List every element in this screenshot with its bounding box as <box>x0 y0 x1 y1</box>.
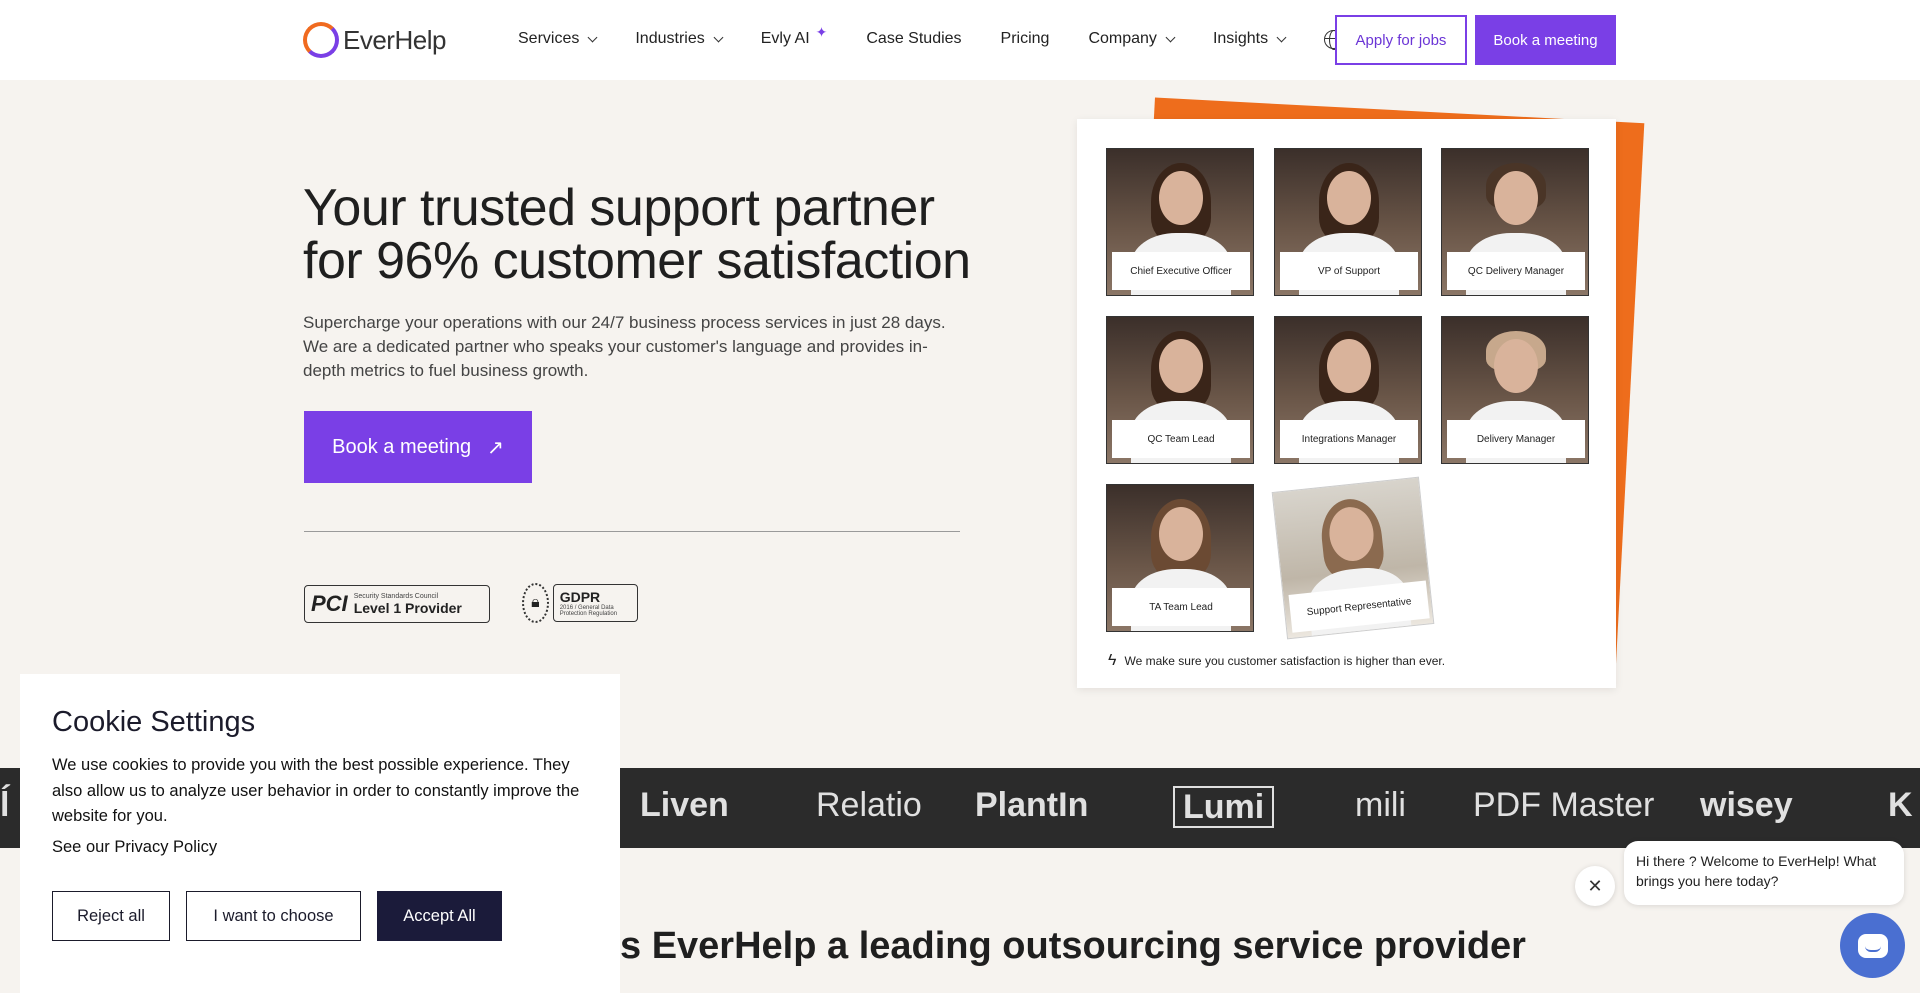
member-role: QC Delivery Manager <box>1447 252 1585 290</box>
brand-logo: PDF Master <box>1473 786 1655 824</box>
hero-divider <box>304 531 960 532</box>
chevron-down-icon <box>1276 32 1287 42</box>
lock-icon: 🔒︎ <box>522 583 549 623</box>
chevron-down-icon <box>587 32 598 42</box>
nav-item-company[interactable]: Company <box>1088 30 1176 48</box>
nav-item-industries[interactable]: Industries <box>635 30 724 48</box>
book-meeting-nav-button[interactable]: Book a meeting <box>1475 15 1616 65</box>
brand-logo: PlantIn <box>975 786 1089 824</box>
privacy-policy-link[interactable]: See our Privacy Policy <box>52 838 217 857</box>
brand-logo: wisey <box>1700 786 1793 824</box>
brand-logo-partial: K <box>1888 786 1913 824</box>
arrow-up-right-icon: ↗ <box>487 436 504 459</box>
apply-for-jobs-button[interactable]: Apply for jobs <box>1335 15 1467 65</box>
member-role: Delivery Manager <box>1447 420 1585 458</box>
member-role: Chief Executive Officer <box>1112 252 1250 290</box>
chevron-down-icon <box>713 32 724 42</box>
team-member: QC Delivery Manager <box>1441 148 1589 296</box>
top-nav: EverHelp Services Industries Evly AI ✦ C… <box>0 0 1920 80</box>
brand-logo: mili <box>1355 786 1406 824</box>
book-meeting-hero-button[interactable]: Book a meeting ↗ <box>304 411 532 483</box>
nav-menu: Services Industries Evly AI ✦ Case Studi… <box>518 0 1355 78</box>
team-member: Chief Executive Officer <box>1106 148 1254 296</box>
chevron-down-icon <box>1165 32 1176 42</box>
nav-item-insights[interactable]: Insights <box>1213 30 1287 48</box>
team-member: Delivery Manager <box>1441 316 1589 464</box>
member-role: VP of Support <box>1280 252 1418 290</box>
cookie-text: We use cookies to provide you with the b… <box>52 756 580 825</box>
team-card-footer: ϟ We make sure you customer satisfaction… <box>1108 652 1446 669</box>
chat-launcher-button[interactable] <box>1840 913 1905 978</box>
logo-mark-icon <box>303 22 339 58</box>
team-member: Support Representative <box>1271 476 1435 640</box>
team-member: Integrations Manager <box>1274 316 1422 464</box>
member-role: Integrations Manager <box>1280 420 1418 458</box>
gdpr-badge: 🔒︎ GDPR 2016 / General Data Protection R… <box>522 582 638 624</box>
brand-logo: Liven <box>640 786 729 824</box>
member-role: TA Team Lead <box>1112 588 1250 626</box>
brand-logo: Lumi <box>1173 786 1275 828</box>
hero-title: Your trusted support partner for 96% cus… <box>303 179 971 290</box>
team-member: VP of Support <box>1274 148 1422 296</box>
section-heading: s EverHelp a leading outsourcing service… <box>620 925 1526 967</box>
cookie-banner: Cookie Settings We use cookies to provid… <box>20 674 620 993</box>
brand-logo-partial: ĺ <box>0 786 10 824</box>
nav-item-pricing[interactable]: Pricing <box>1001 30 1050 48</box>
accept-all-button[interactable]: Accept All <box>377 891 502 941</box>
pci-logo: PCI <box>311 591 348 616</box>
team-member: TA Team Lead <box>1106 484 1254 632</box>
chat-close-icon[interactable]: ✕ <box>1575 866 1615 906</box>
cookie-title: Cookie Settings <box>52 706 256 738</box>
chat-icon <box>1857 933 1888 958</box>
hero-description: Supercharge your operations with our 24/… <box>303 313 946 380</box>
chat-greeting[interactable]: Hi there ? Welcome to EverHelp! What bri… <box>1624 841 1904 905</box>
reject-all-button[interactable]: Reject all <box>52 891 170 941</box>
sparkle-icon: ✦ <box>815 23 828 40</box>
brand-logo: Relatio <box>816 786 922 824</box>
member-role: QC Team Lead <box>1112 420 1250 458</box>
logo-text: EverHelp <box>343 24 446 55</box>
logo[interactable]: EverHelp <box>303 22 446 58</box>
choose-cookies-button[interactable]: I want to choose <box>186 891 361 941</box>
nav-item-services[interactable]: Services <box>518 30 598 48</box>
nav-item-case-studies[interactable]: Case Studies <box>866 30 961 48</box>
nav-item-evly-ai[interactable]: Evly AI ✦ <box>761 24 828 48</box>
pci-badge: PCI Security Standards Council Level 1 P… <box>304 585 490 623</box>
lightning-icon: ϟ <box>1108 652 1117 669</box>
team-member: QC Team Lead <box>1106 316 1254 464</box>
